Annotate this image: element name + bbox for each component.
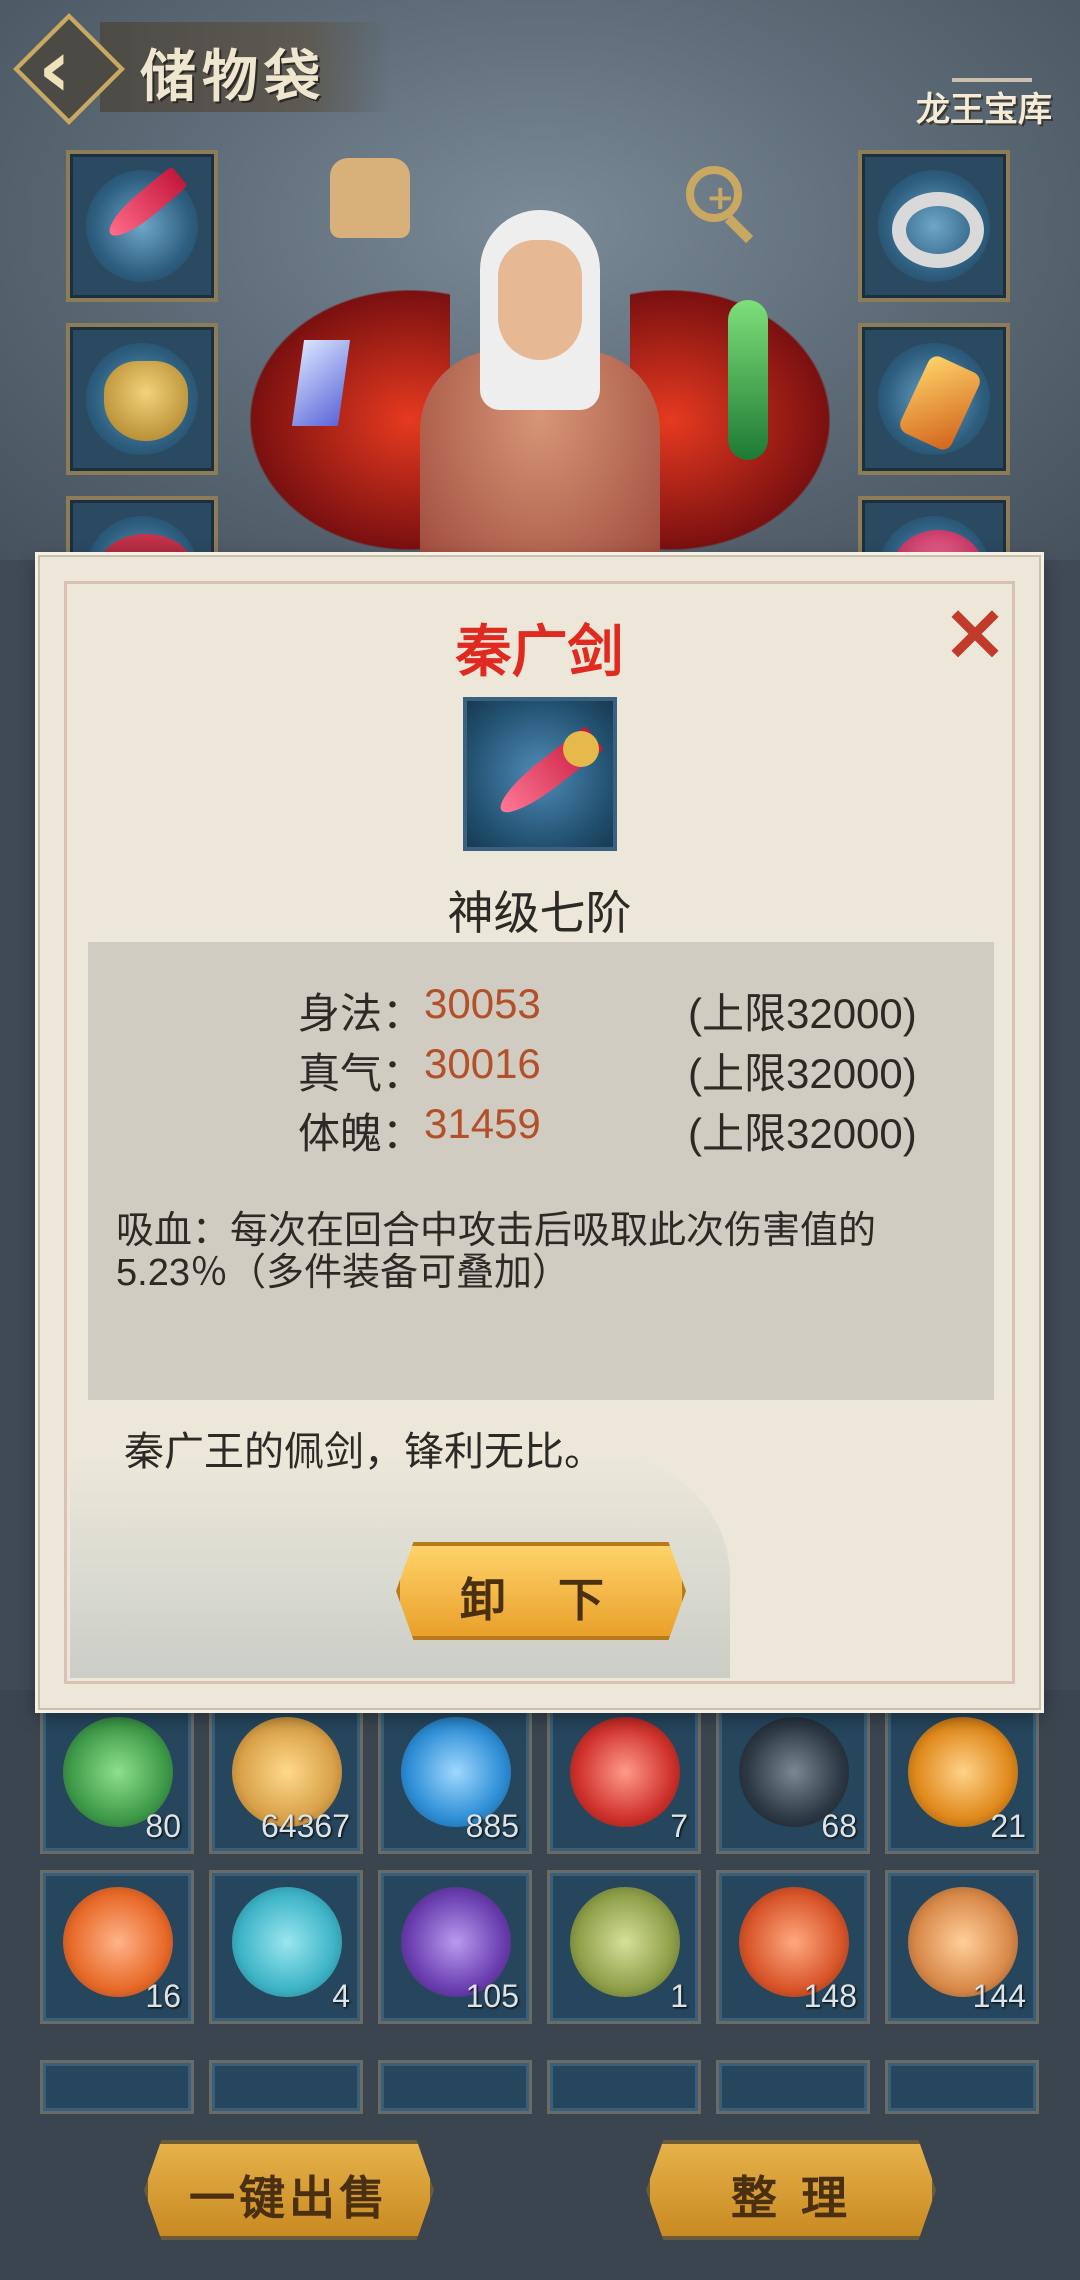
bag-item[interactable]: 7	[547, 1700, 701, 1854]
game-logo: 龙王宝库	[912, 28, 1062, 138]
bag-item[interactable]: 148	[716, 1870, 870, 2024]
bag-item[interactable]	[209, 2060, 363, 2114]
stat-cap: (上限32000)	[688, 990, 917, 1037]
page-title: 储物袋	[140, 44, 326, 110]
flavor-text: 秦广王的佩剑，锋利无比。	[124, 1429, 604, 1475]
unequip-button[interactable]: 卸 下	[396, 1542, 686, 1640]
item-quantity: 16	[145, 1978, 181, 2014]
mask-icon	[104, 361, 188, 441]
ring-icon	[892, 192, 984, 268]
item-quantity: 1	[670, 1978, 688, 2014]
item-detail-dialog: × 秦广剑 神级七阶 身法： 30053 (上限32000) 真气： 30016…	[38, 555, 1041, 1710]
equip-slot-weapon[interactable]	[66, 150, 218, 302]
bag-item[interactable]: 80	[40, 1700, 194, 1854]
stat-value: 31459	[424, 1100, 541, 1147]
item-name: 秦广剑	[455, 619, 624, 685]
stat-value: 30053	[424, 980, 541, 1027]
logo-text: 龙王宝库	[916, 90, 1052, 130]
bag-item[interactable]	[547, 2060, 701, 2114]
sort-button[interactable]: 整 理	[646, 2140, 936, 2240]
stat-label: 身法：	[298, 990, 425, 1037]
bag-item[interactable]	[40, 2060, 194, 2114]
item-quantity: 4	[332, 1978, 350, 2014]
bag-item[interactable]	[378, 2060, 532, 2114]
equip-slot-amulet[interactable]	[858, 323, 1010, 475]
stats-panel: 身法： 30053 (上限32000) 真气： 30016 (上限32000) …	[88, 942, 994, 1400]
stat-row: 真气： 30016 (上限32000)	[88, 1040, 994, 1100]
item-quantity: 7	[670, 1808, 688, 1844]
stat-row: 体魄： 31459 (上限32000)	[88, 1100, 994, 1160]
item-sword-icon	[463, 697, 617, 851]
item-quantity: 68	[821, 1808, 857, 1844]
item-grade: 神级七阶	[447, 886, 632, 940]
bag-item[interactable]: 16	[40, 1870, 194, 2024]
bag-item[interactable]: 21	[885, 1700, 1039, 1854]
bag-item[interactable]: 4	[209, 1870, 363, 2024]
stat-label: 真气：	[298, 1050, 425, 1097]
dragon-logo-icon	[952, 28, 1032, 82]
item-quantity: 80	[145, 1808, 181, 1844]
bag-item[interactable]	[885, 2060, 1039, 2114]
bag-item[interactable]: 68	[716, 1700, 870, 1854]
bag-item[interactable]: 105	[378, 1870, 532, 2024]
item-quantity: 885	[465, 1808, 519, 1844]
sell-all-button[interactable]: 一键出售	[144, 2140, 434, 2240]
bag-item[interactable]: 144	[885, 1870, 1039, 2024]
bag-item[interactable]: 64367	[209, 1700, 363, 1854]
effect-description: 吸血：每次在回合中攻击后吸取此次伤害值的5.23％（多件装备可叠加）	[116, 1210, 877, 1294]
equip-slot-ring[interactable]	[858, 150, 1010, 302]
back-chevron-icon[interactable]: ‹	[38, 24, 98, 114]
zoom-in-icon[interactable]: +	[686, 166, 742, 222]
stat-label: 体魄：	[298, 1110, 425, 1157]
item-quantity: 21	[990, 1808, 1026, 1844]
stat-cap: (上限32000)	[688, 1050, 917, 1097]
stat-cap: (上限32000)	[688, 1110, 917, 1157]
item-quantity: 144	[972, 1978, 1026, 2014]
stat-row: 身法： 30053 (上限32000)	[88, 980, 994, 1040]
item-quantity: 148	[803, 1978, 857, 2014]
bag-item[interactable]	[716, 2060, 870, 2114]
stat-value: 30016	[424, 1040, 541, 1087]
bag-item[interactable]: 1	[547, 1870, 701, 2024]
equip-slot-helmet[interactable]	[66, 323, 218, 475]
armor-icon[interactable]	[330, 158, 410, 238]
item-quantity: 64367	[261, 1808, 350, 1844]
item-quantity: 105	[465, 1978, 519, 2014]
bag-item[interactable]: 885	[378, 1700, 532, 1854]
jade-pendant-icon	[728, 300, 768, 460]
